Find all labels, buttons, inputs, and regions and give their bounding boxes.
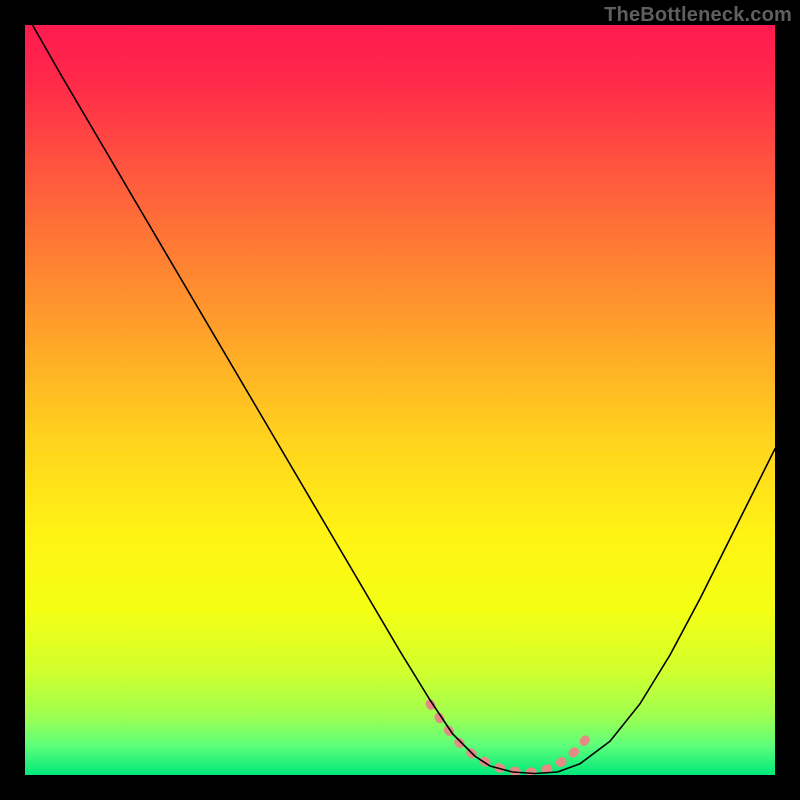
gradient-background [25, 25, 775, 775]
plot-area [25, 25, 775, 775]
chart-svg [25, 25, 775, 775]
chart-container: TheBottleneck.com [0, 0, 800, 800]
watermark-text: TheBottleneck.com [604, 4, 792, 27]
